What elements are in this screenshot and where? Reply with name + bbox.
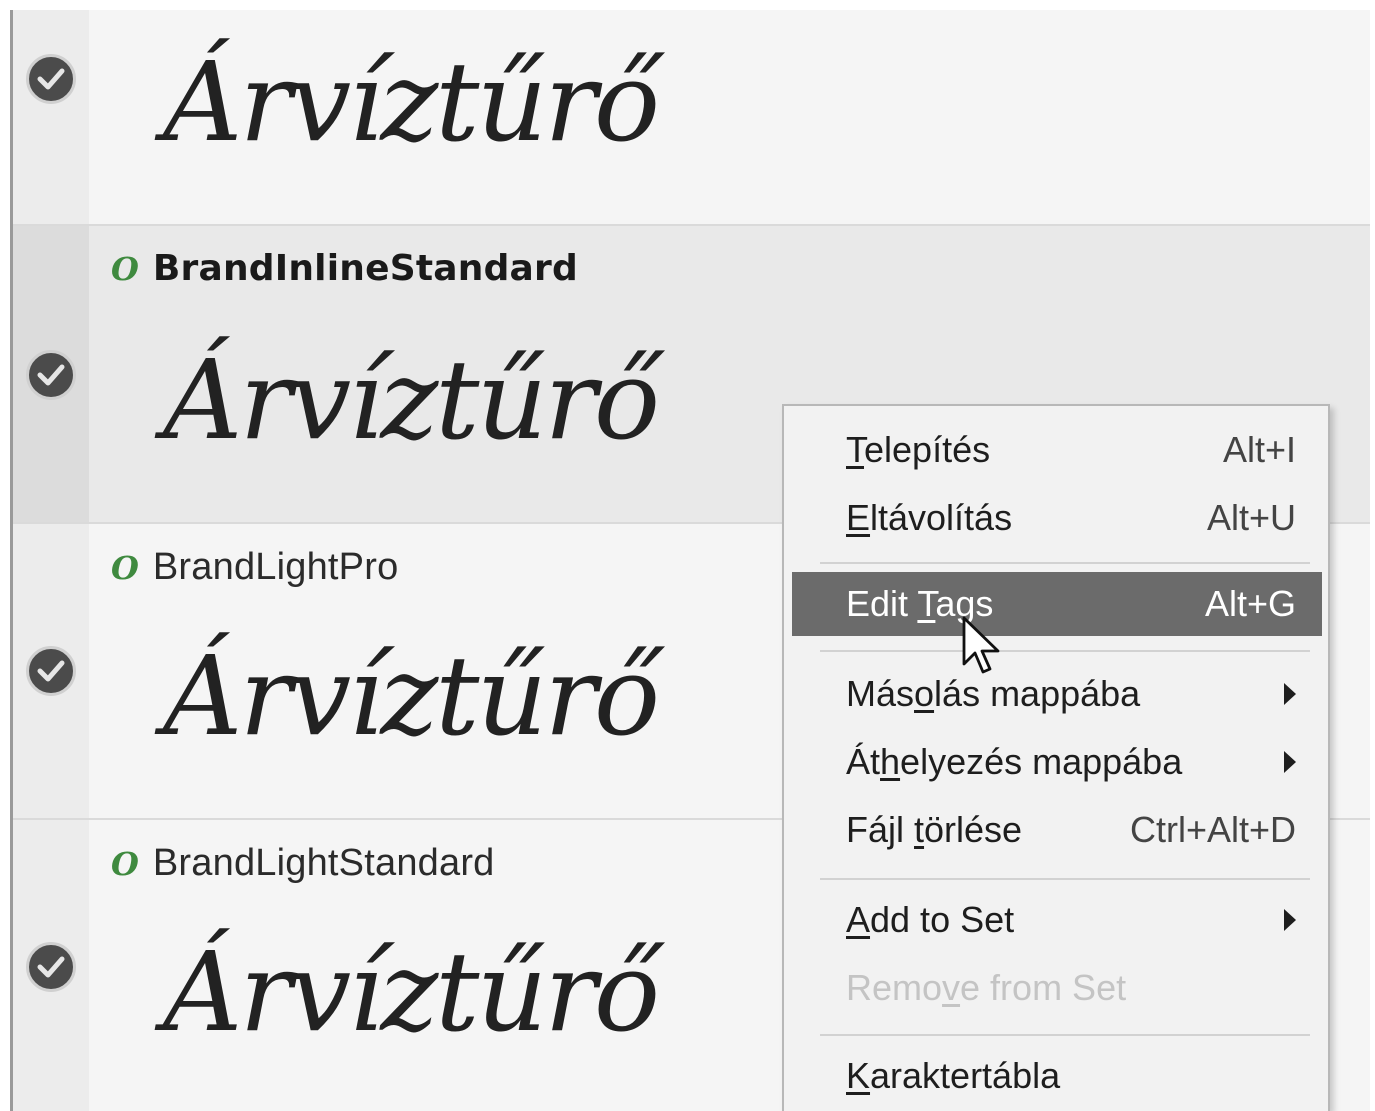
- font-header: O BrandLightStandard: [111, 842, 495, 885]
- opentype-font-icon: O: [111, 844, 139, 883]
- font-sample: Árvíztűrő: [163, 336, 660, 464]
- menu-item-shortcut: Alt+U: [1206, 497, 1296, 538]
- menu-item-label: Áthelyezés mappába: [846, 741, 1183, 782]
- menu-item-label: Add to Set: [846, 899, 1015, 940]
- menu-item-shortcut: Alt+G: [1204, 583, 1296, 624]
- chevron-right-icon: [1284, 751, 1296, 773]
- opentype-font-icon: O: [111, 548, 139, 587]
- menu-item-label: Remove from Set: [846, 967, 1127, 1008]
- font-sample: Árvíztűrő: [163, 928, 660, 1056]
- menu-item-edit-tags[interactable]: Edit Tags Alt+G: [792, 572, 1322, 636]
- check-circle-icon[interactable]: [26, 350, 76, 400]
- menu-item-delete-file[interactable]: Fájl törlése Ctrl+Alt+D: [784, 798, 1328, 862]
- font-name: BrandLightStandard: [152, 842, 495, 884]
- chevron-right-icon: [1284, 683, 1296, 705]
- menu-separator: [820, 650, 1310, 652]
- context-menu: Telepítés Alt+I Eltávolítás Alt+U Edit T…: [782, 404, 1330, 1111]
- check-circle-icon[interactable]: [26, 942, 76, 992]
- font-sample: Árvíztűrő: [163, 38, 660, 166]
- menu-item-label: Karaktertábla: [846, 1055, 1061, 1096]
- check-circle-icon[interactable]: [26, 54, 76, 104]
- font-sample: Árvíztűrő: [163, 632, 660, 760]
- menu-item-label: Eltávolítás: [846, 497, 1013, 538]
- font-row-1[interactable]: Árvíztűrő: [13, 10, 1370, 224]
- row-gutter: [13, 10, 89, 224]
- menu-item-shortcut: Alt+I: [1222, 429, 1296, 470]
- menu-item-label: Telepítés: [846, 429, 991, 470]
- opentype-font-icon: O: [111, 249, 139, 288]
- mouse-pointer-icon: [962, 616, 1000, 674]
- menu-item-uninstall[interactable]: Eltávolítás Alt+U: [784, 486, 1328, 550]
- menu-item-shortcut: Ctrl+Alt+D: [1129, 809, 1296, 850]
- font-name: BrandInlineStandard: [152, 248, 578, 289]
- menu-item-label: Fájl törlése: [846, 809, 1023, 850]
- menu-separator: [820, 1034, 1310, 1036]
- menu-item-install[interactable]: Telepítés Alt+I: [784, 418, 1328, 482]
- menu-item-copy-to-folder[interactable]: Másolás mappába: [784, 662, 1328, 726]
- font-name: BrandLightPro: [152, 546, 399, 588]
- font-header: O BrandLightPro: [111, 546, 398, 589]
- menu-item-label: Másolás mappába: [846, 673, 1141, 714]
- menu-item-move-to-folder[interactable]: Áthelyezés mappába: [784, 730, 1328, 794]
- menu-item-add-to-set[interactable]: Add to Set: [784, 888, 1328, 952]
- menu-item-character-map[interactable]: Karaktertábla: [784, 1044, 1328, 1108]
- menu-item-remove-from-set: Remove from Set: [784, 956, 1328, 1020]
- font-header: O BrandInlineStandard: [111, 248, 578, 289]
- menu-separator: [820, 878, 1310, 880]
- menu-separator: [820, 562, 1310, 564]
- font-manager-window: Árvíztűrő O BrandInlineStandard Árvíztűr…: [0, 0, 1375, 1111]
- check-circle-icon[interactable]: [26, 646, 76, 696]
- chevron-right-icon: [1284, 909, 1296, 931]
